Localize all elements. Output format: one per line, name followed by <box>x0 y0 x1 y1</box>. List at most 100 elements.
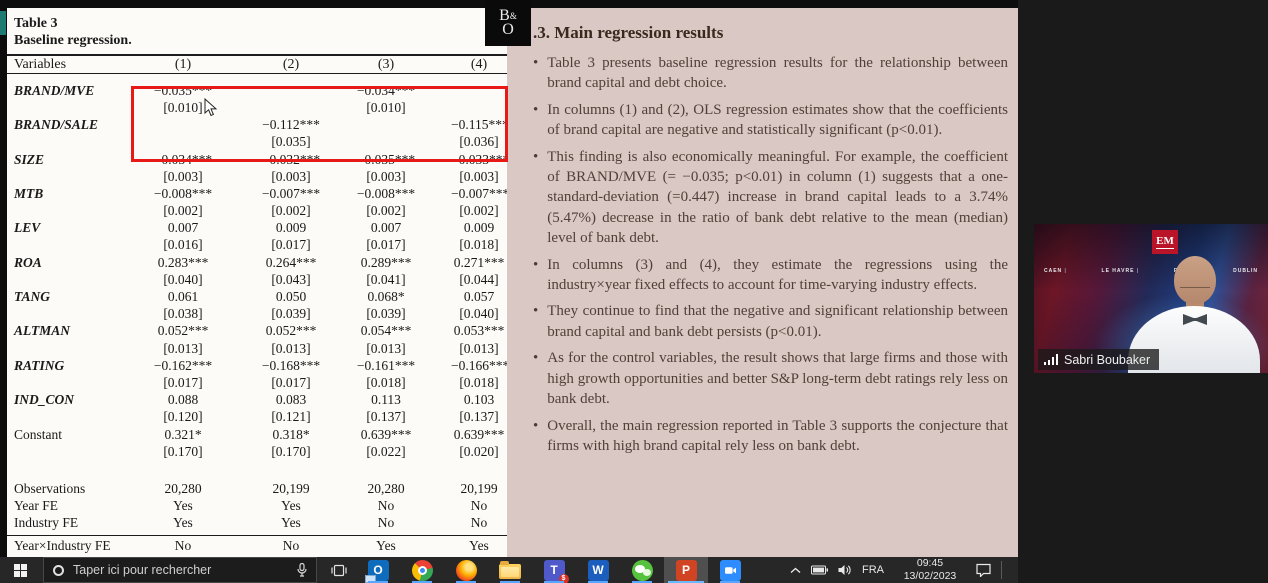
cell-value: No <box>321 498 451 514</box>
battery-icon[interactable] <box>811 565 828 575</box>
taskbar-app-powerpoint[interactable]: P <box>664 557 708 583</box>
taskbar-app-word[interactable]: W <box>576 557 620 583</box>
bullet-marker: • <box>533 100 538 141</box>
participant-name: Sabri Boubaker <box>1064 353 1150 367</box>
slide-bullet: •In columns (1) and (2), OLS regression … <box>533 100 1008 141</box>
cell-value: [0.017] <box>105 375 261 391</box>
notification-icon[interactable] <box>976 563 991 577</box>
city-label: CAEN <box>1044 268 1067 274</box>
row-label: Year FE <box>7 498 105 514</box>
table-row-stderr: [0.017][0.017][0.018][0.018] <box>7 374 507 391</box>
bullet-text: This finding is also economically meanin… <box>547 147 1008 249</box>
cell-value: 0.061 <box>105 289 261 305</box>
row-label: TANG <box>7 289 105 305</box>
cell-value: [0.017] <box>261 375 321 391</box>
taskbar-app-wechat[interactable] <box>620 557 664 583</box>
tray-time: 09:45 <box>917 557 943 569</box>
table-row-estimate: LEV0.0070.0090.0070.009 <box>7 220 507 237</box>
cell-value: [0.039] <box>321 306 451 322</box>
slide-bullet: •They continue to find that the negative… <box>533 301 1008 342</box>
cell-value: [0.040] <box>451 306 507 322</box>
col-header: (2) <box>261 57 321 73</box>
slide-bullet: •Table 3 presents baseline regression re… <box>533 53 1008 94</box>
powerpoint-icon: P <box>676 560 697 581</box>
row-label: ROA <box>7 255 105 271</box>
cell-value: −0.162*** <box>105 358 261 374</box>
table-header-row: Variables(1)(2)(3)(4) <box>7 56 507 73</box>
row-label: Constant <box>7 427 105 443</box>
taskbar-app-teams[interactable]: T$ <box>532 557 576 583</box>
cell-value: No <box>451 515 507 531</box>
cell-value: 0.007 <box>105 220 261 236</box>
taskbar-app-outlook[interactable]: O <box>356 557 400 583</box>
tray-chevron-icon[interactable] <box>790 567 801 574</box>
cell-value: [0.003] <box>451 169 507 185</box>
participant-name-tag: Sabri Boubaker <box>1038 349 1159 370</box>
cell-value: [0.017] <box>321 237 451 253</box>
system-tray: FRA 09:45 13/02/2023 <box>790 557 1002 583</box>
cell-value: [0.013] <box>261 341 321 357</box>
taskbar-search-box[interactable]: Taper ici pour rechercher <box>43 557 317 583</box>
cell-value: 0.271*** <box>451 255 507 271</box>
cell-value: 0.068* <box>321 289 451 305</box>
cell-value: 0.318* <box>261 427 321 443</box>
row-label: BRAND/MVE <box>7 83 105 99</box>
taskbar-app-chrome[interactable] <box>400 557 444 583</box>
taskbar-app-firefox[interactable] <box>444 557 488 583</box>
cell-value: 20,199 <box>261 481 321 497</box>
cell-value: [0.039] <box>261 306 321 322</box>
cell-value: [0.120] <box>105 409 261 425</box>
task-view-button[interactable] <box>324 557 354 583</box>
cell-value: [0.041] <box>321 272 451 288</box>
cell-value: −0.008*** <box>105 186 261 202</box>
slide-bullet: •This finding is also economically meani… <box>533 147 1008 249</box>
cell-value: 0.113 <box>321 392 451 408</box>
cell-value: [0.003] <box>321 169 451 185</box>
cell-value: [0.002] <box>261 203 321 219</box>
cell-value: 0.264*** <box>261 255 321 271</box>
bullet-text: As for the control variables, the result… <box>547 348 1008 409</box>
word-icon: W <box>588 560 609 581</box>
task-view-icon <box>331 564 347 577</box>
start-button[interactable] <box>0 557 40 583</box>
city-label: DUBLIN <box>1233 268 1258 274</box>
table-row-estimate: TANG0.0610.0500.068*0.057 <box>7 288 507 305</box>
row-label: BRAND/SALE <box>7 117 105 133</box>
background-window-sliver <box>0 11 6 35</box>
cell-value: [0.002] <box>321 203 451 219</box>
table-row-estimate: Constant0.321*0.318*0.639***0.639*** <box>7 426 507 443</box>
cell-value: −0.007*** <box>451 186 507 202</box>
bullet-text: Table 3 presents baseline regression res… <box>547 53 1008 94</box>
cell-value: Yes <box>105 498 261 514</box>
cell-value: 0.639*** <box>321 427 451 443</box>
slide-bullet: •Overall, the main regression reported i… <box>533 416 1008 457</box>
cell-value: 0.052*** <box>261 323 321 339</box>
cell-value: 0.083 <box>261 392 321 408</box>
mouse-cursor-icon <box>204 98 217 117</box>
table-number: Table 3 <box>14 15 507 32</box>
table-caption: Baseline regression. <box>14 32 507 49</box>
conference-app-window: .3. Main regression results •Table 3 pre… <box>0 0 1268 583</box>
webcam-tile[interactable]: CAENLE HAVREPARISDUBLIN EM Sabri Boubake… <box>1034 224 1268 373</box>
speaker-icon[interactable] <box>838 564 852 576</box>
clock[interactable]: 09:45 13/02/2023 <box>894 557 966 582</box>
table-title: Table 3 Baseline regression. <box>7 8 507 49</box>
cell-value: [0.018] <box>321 375 451 391</box>
bullet-marker: • <box>533 147 538 249</box>
microphone-icon[interactable] <box>297 563 307 577</box>
bullet-marker: • <box>533 348 538 409</box>
taskbar-app-file-explorer[interactable] <box>488 557 532 583</box>
language-indicator[interactable]: FRA <box>862 564 884 576</box>
table-row-stderr: [0.013][0.013][0.013][0.013] <box>7 340 507 357</box>
firefox-icon <box>456 560 477 581</box>
cell-value: 0.009 <box>451 220 507 236</box>
bullet-text: Overall, the main regression reported in… <box>547 416 1008 457</box>
cortana-search-icon <box>53 565 64 576</box>
cell-value: 0.053*** <box>451 323 507 339</box>
window-edge-left <box>0 0 7 557</box>
taskbar-app-zoom[interactable] <box>708 557 752 583</box>
cell-value: [0.022] <box>321 444 451 460</box>
table-row-estimate: IND_CON0.0880.0830.1130.103 <box>7 392 507 409</box>
em-logo: EM <box>1152 230 1178 254</box>
cell-value: [0.017] <box>261 237 321 253</box>
